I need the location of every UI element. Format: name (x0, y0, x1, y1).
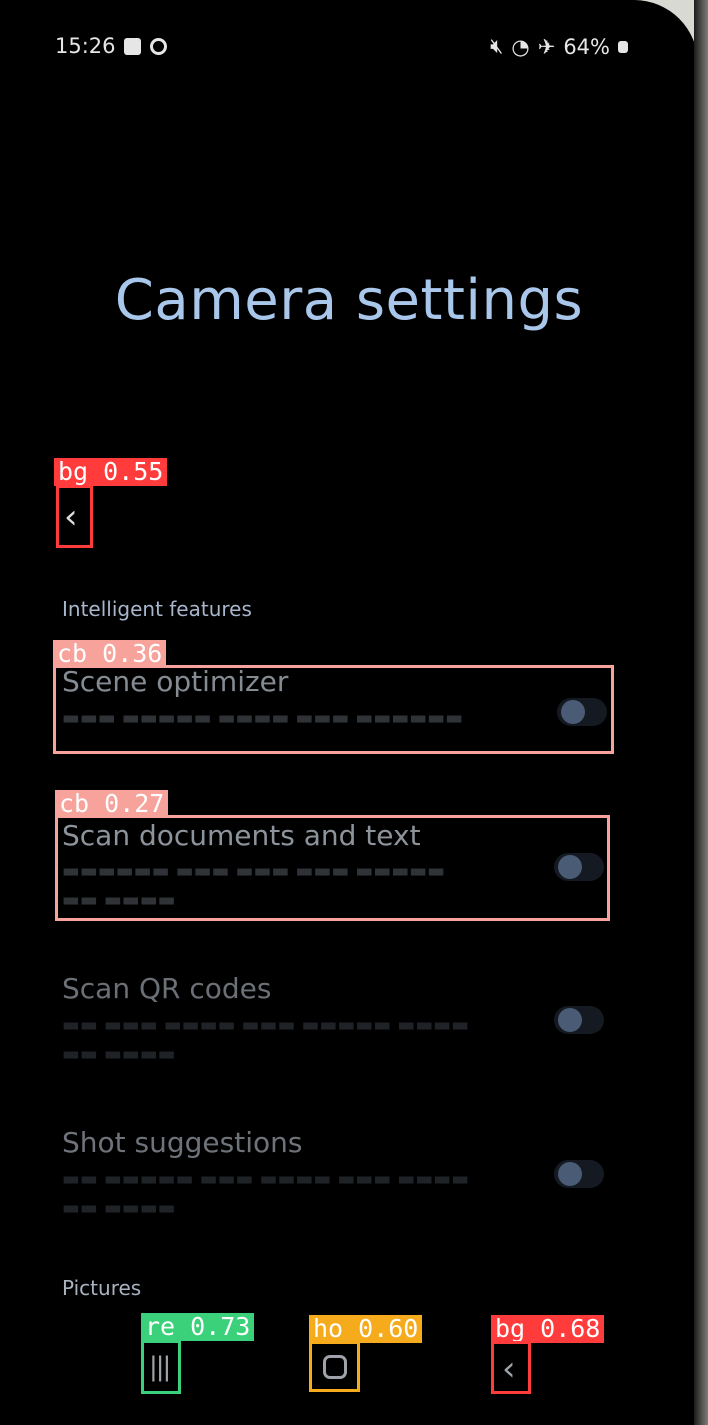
phone-screen: 15:26 🔇︎ ◔ ✈ 64% Camera settings bg 0.55… (0, 0, 698, 1425)
section-intelligent-features: Intelligent features (62, 597, 252, 621)
wifi-icon: ◔ (511, 34, 530, 59)
scene-optimizer-desc: ▬▬▬ ▬▬▬▬▬ ▬▬▬▬ ▬▬▬ ▬▬▬▬▬▬ (62, 707, 464, 729)
detection-label-back-nav: bg 0.68 (491, 1315, 605, 1343)
detection-label-scene: cb 0.36 (53, 640, 167, 668)
battery-percent: 64% (563, 34, 610, 59)
clock-icon (150, 38, 167, 55)
status-bar: 15:26 🔇︎ ◔ ✈ 64% (55, 34, 628, 64)
battery-icon (618, 40, 628, 53)
detection-label-scan-docs: cb 0.27 (55, 790, 169, 818)
phone-edge (694, 0, 708, 1425)
shot-suggestions-toggle[interactable] (554, 1160, 604, 1188)
recents-button[interactable]: ||| (141, 1340, 181, 1394)
toggle-knob (558, 855, 582, 879)
scan-documents-title: Scan documents and text (62, 819, 421, 852)
detection-label-back-top: bg 0.55 (54, 458, 168, 486)
scan-documents-toggle[interactable] (554, 853, 604, 881)
section-pictures: Pictures (62, 1276, 142, 1300)
scene-optimizer-title: Scene optimizer (62, 665, 289, 698)
home-icon (323, 1355, 347, 1379)
checkbox-icon (124, 38, 141, 55)
scan-qr-toggle[interactable] (554, 1006, 604, 1034)
detection-label-recents: re 0.73 (141, 1313, 255, 1341)
recents-icon: ||| (149, 1352, 171, 1382)
shot-suggestions-desc-2: ▬▬ ▬▬▬▬ (62, 1197, 176, 1219)
scan-qr-desc: ▬▬ ▬▬▬ ▬▬▬▬ ▬▬▬ ▬▬▬▬▬ ▬▬▬▬ (62, 1014, 470, 1036)
status-right: 🔇︎ ◔ ✈ 64% (490, 34, 628, 59)
nav-back-button[interactable]: ‹ (491, 1341, 531, 1394)
page-title: Camera settings (114, 268, 584, 333)
back-button[interactable]: ‹ (56, 485, 93, 548)
status-time: 15:26 (55, 34, 116, 58)
shot-suggestions-desc: ▬▬ ▬▬▬▬▬ ▬▬▬ ▬▬▬▬ ▬▬▬ ▬▬▬▬ (62, 1168, 470, 1190)
detection-label-home: ho 0.60 (309, 1315, 423, 1343)
home-button[interactable] (309, 1341, 360, 1392)
scan-qr-title: Scan QR codes (62, 972, 272, 1005)
mute-icon: 🔇︎ (490, 34, 504, 58)
scan-documents-desc-2: ▬▬ ▬▬▬▬ (62, 889, 176, 911)
toggle-knob (558, 1008, 582, 1032)
shot-suggestions-title: Shot suggestions (62, 1126, 303, 1159)
airplane-icon: ✈ (537, 34, 556, 59)
toggle-knob (561, 700, 585, 724)
toggle-knob (558, 1162, 582, 1186)
scan-documents-desc: ▬▬▬▬▬▬ ▬▬▬ ▬▬▬ ▬▬▬ ▬▬▬▬▬ (62, 860, 446, 882)
chevron-left-icon: ‹ (64, 497, 78, 537)
scene-optimizer-toggle[interactable] (557, 698, 607, 726)
scan-qr-desc-2: ▬▬ ▬▬▬▬ (62, 1043, 176, 1065)
back-icon: ‹ (502, 1349, 516, 1389)
